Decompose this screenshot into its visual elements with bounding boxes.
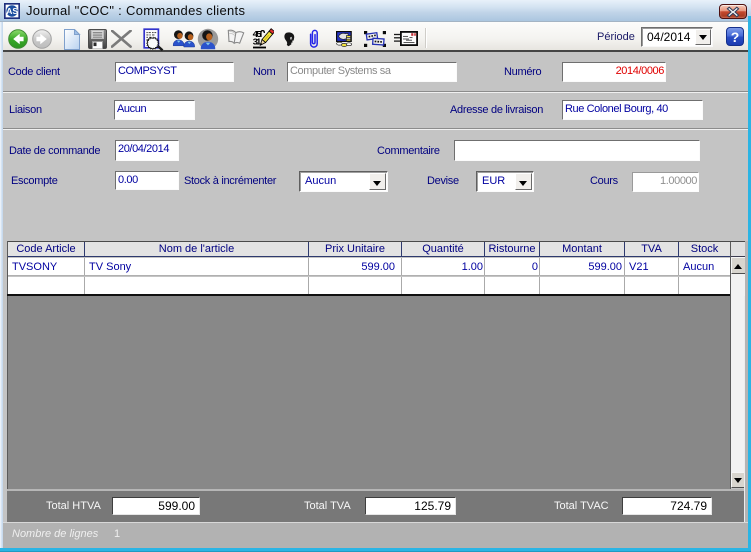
- svg-text:AS: AS: [6, 6, 18, 16]
- svg-text:31: 31: [253, 37, 262, 48]
